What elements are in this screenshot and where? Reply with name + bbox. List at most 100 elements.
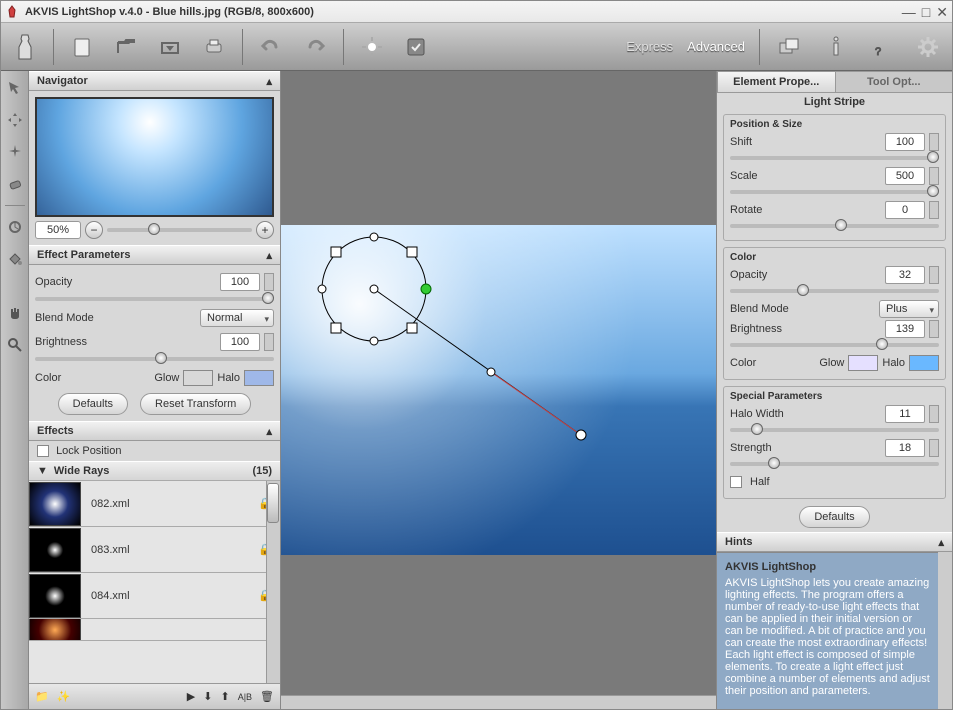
strength-slider[interactable] bbox=[730, 462, 939, 466]
eraser-tool[interactable] bbox=[4, 173, 26, 195]
effect-group-header[interactable]: ▼ Wide Rays (15) bbox=[29, 461, 280, 481]
brightness-input[interactable]: 100 bbox=[220, 333, 260, 351]
express-mode-tab[interactable]: Express bbox=[626, 39, 673, 54]
scale-slider[interactable] bbox=[730, 190, 939, 194]
rotate-spinner[interactable] bbox=[929, 201, 939, 219]
defaults-button[interactable]: Defaults bbox=[58, 393, 128, 415]
glow-color-swatch[interactable] bbox=[183, 370, 213, 386]
zoom-out-button[interactable]: − bbox=[85, 221, 103, 239]
brightness-spinner-right[interactable] bbox=[929, 320, 939, 338]
canvas-horizontal-scrollbar[interactable] bbox=[281, 695, 716, 709]
rename-icon[interactable]: A|B bbox=[238, 692, 252, 702]
brightness-slider[interactable] bbox=[35, 357, 274, 361]
half-checkbox[interactable] bbox=[730, 476, 742, 488]
settings-button[interactable] bbox=[912, 31, 944, 63]
maximize-button[interactable]: □ bbox=[922, 5, 930, 19]
collapse-icon[interactable]: ▴ bbox=[266, 425, 272, 438]
new-effect-icon[interactable]: ✨ bbox=[57, 690, 71, 703]
effect-item[interactable]: 082.xml 🔒 bbox=[29, 481, 280, 527]
brightness-spinner[interactable] bbox=[264, 333, 274, 351]
element-properties-tab[interactable]: Element Prope... bbox=[717, 71, 836, 92]
blend-mode-label: Blend Mode bbox=[35, 312, 105, 324]
minimize-button[interactable]: — bbox=[902, 5, 916, 19]
new-folder-icon[interactable]: 📁 bbox=[35, 690, 49, 703]
collapse-icon[interactable]: ▴ bbox=[266, 75, 272, 88]
navigator-preview[interactable] bbox=[35, 97, 274, 217]
lock-position-checkbox[interactable] bbox=[37, 445, 49, 457]
print-button[interactable] bbox=[198, 31, 230, 63]
export-icon[interactable]: ⬆ bbox=[220, 690, 229, 703]
sparkle-brush-tool[interactable] bbox=[4, 141, 26, 163]
tool-options-tab[interactable]: Tool Opt... bbox=[835, 71, 953, 92]
presets-button[interactable] bbox=[774, 31, 806, 63]
delete-icon[interactable]: 🗑 bbox=[260, 690, 274, 703]
blend-mode-select[interactable]: Normal bbox=[200, 309, 274, 327]
zoom-slider[interactable] bbox=[107, 228, 252, 232]
zoom-value[interactable]: 50% bbox=[35, 221, 81, 239]
effect-thumbnail bbox=[29, 574, 81, 618]
strength-spinner[interactable] bbox=[929, 439, 939, 457]
app-bottle-icon[interactable] bbox=[9, 31, 41, 63]
halo-width-spinner[interactable] bbox=[929, 405, 939, 423]
scale-spinner[interactable] bbox=[929, 167, 939, 185]
open-button[interactable] bbox=[110, 31, 142, 63]
effect-group-count: (15) bbox=[252, 465, 272, 477]
close-button[interactable]: ✕ bbox=[936, 5, 948, 19]
history-brush-tool[interactable] bbox=[4, 216, 26, 238]
opacity-slider-right[interactable] bbox=[730, 289, 939, 293]
halo-swatch-right[interactable] bbox=[909, 355, 939, 371]
shift-spinner[interactable] bbox=[929, 133, 939, 151]
hand-tool[interactable] bbox=[4, 302, 26, 324]
info-button[interactable] bbox=[820, 31, 852, 63]
rotate-input[interactable]: 0 bbox=[885, 201, 925, 219]
apply-button[interactable] bbox=[400, 31, 432, 63]
shift-slider[interactable] bbox=[730, 156, 939, 160]
halo-width-input[interactable]: 11 bbox=[885, 405, 925, 423]
advanced-mode-tab[interactable]: Advanced bbox=[687, 39, 745, 54]
opacity-spinner[interactable] bbox=[264, 273, 274, 291]
halo-width-slider[interactable] bbox=[730, 428, 939, 432]
collapse-icon[interactable]: ▴ bbox=[938, 536, 944, 549]
new-button[interactable] bbox=[66, 31, 98, 63]
zoom-in-button[interactable]: + bbox=[256, 221, 274, 239]
position-size-legend: Position & Size bbox=[730, 119, 939, 130]
help-button[interactable]: ? bbox=[866, 31, 898, 63]
zoom-tool[interactable] bbox=[4, 334, 26, 356]
effect-item[interactable]: 084.xml 🔒 bbox=[29, 573, 280, 619]
reset-transform-button[interactable]: Reset Transform bbox=[140, 393, 251, 415]
bucket-tool[interactable] bbox=[4, 248, 26, 270]
run-button[interactable] bbox=[356, 31, 388, 63]
collapse-icon[interactable]: ▴ bbox=[266, 249, 272, 262]
opacity-slider[interactable] bbox=[35, 297, 274, 301]
rotate-slider[interactable] bbox=[730, 224, 939, 228]
move-tool[interactable] bbox=[4, 109, 26, 131]
effect-item[interactable] bbox=[29, 619, 280, 641]
app-logo-icon bbox=[5, 5, 19, 19]
pointer-tool[interactable] bbox=[4, 77, 26, 99]
blend-mode-select-right[interactable]: Plus bbox=[879, 300, 939, 318]
opacity-input[interactable]: 100 bbox=[220, 273, 260, 291]
opacity-spinner-right[interactable] bbox=[929, 266, 939, 284]
play-icon[interactable]: ▶ bbox=[187, 690, 195, 703]
effects-scrollbar[interactable] bbox=[266, 481, 280, 683]
import-icon[interactable]: ⬇ bbox=[203, 690, 212, 703]
strength-input[interactable]: 18 bbox=[885, 439, 925, 457]
effect-item[interactable]: 083.xml 🔒 bbox=[29, 527, 280, 573]
transform-gizmo[interactable] bbox=[281, 225, 716, 555]
undo-button[interactable] bbox=[255, 31, 287, 63]
save-button[interactable] bbox=[154, 31, 186, 63]
shift-label: Shift bbox=[730, 136, 881, 148]
brightness-input-right[interactable]: 139 bbox=[885, 320, 925, 338]
opacity-input-right[interactable]: 32 bbox=[885, 266, 925, 284]
canvas[interactable] bbox=[281, 225, 716, 555]
strength-label: Strength bbox=[730, 442, 881, 454]
scale-input[interactable]: 500 bbox=[885, 167, 925, 185]
hints-scrollbar[interactable] bbox=[938, 552, 952, 709]
shift-input[interactable]: 100 bbox=[885, 133, 925, 151]
glow-swatch-right[interactable] bbox=[848, 355, 878, 371]
halo-color-swatch[interactable] bbox=[244, 370, 274, 386]
half-label: Half bbox=[750, 476, 770, 488]
brightness-slider-right[interactable] bbox=[730, 343, 939, 347]
defaults-button-right[interactable]: Defaults bbox=[799, 506, 869, 528]
redo-button[interactable] bbox=[299, 31, 331, 63]
